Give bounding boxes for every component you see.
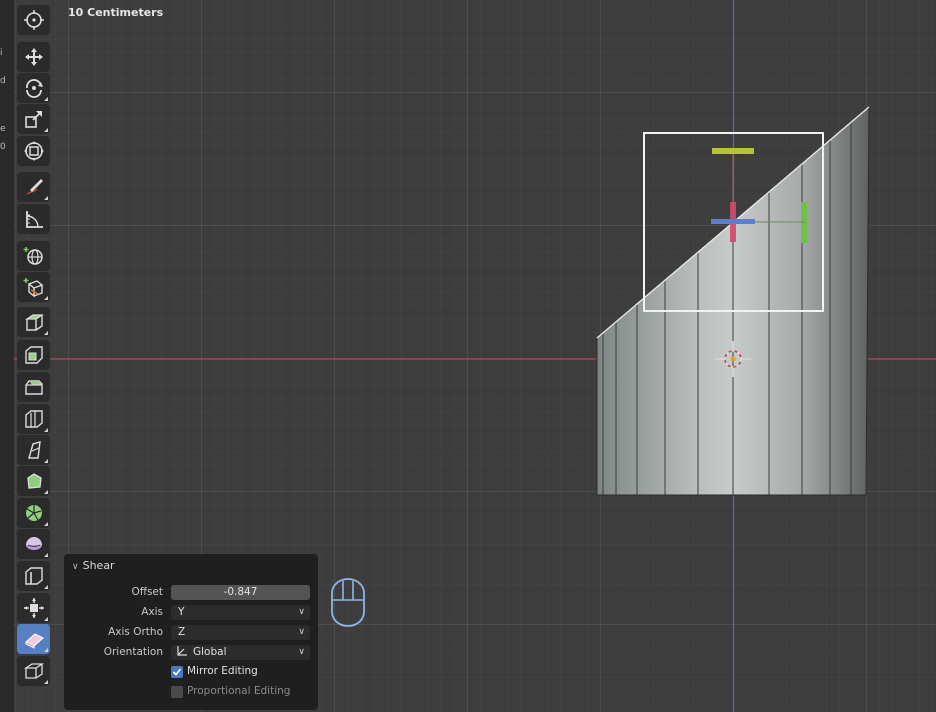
shrink-fatten-tool-button[interactable] xyxy=(17,593,50,623)
chevron-down-icon: ∨ xyxy=(298,647,305,657)
panel-title: Shear xyxy=(82,559,115,572)
poly-build-icon xyxy=(26,473,42,489)
measure-ruler-icon xyxy=(25,211,43,228)
inset-tool-button[interactable] xyxy=(17,340,50,370)
chevron-down-icon: ∨ xyxy=(298,627,305,637)
shrink-fatten-icon xyxy=(23,598,44,618)
orientation-label: Orientation xyxy=(103,646,163,658)
extrude-tool-button[interactable] xyxy=(17,307,50,337)
scale-tool-button[interactable] xyxy=(17,104,50,134)
panel-header[interactable]: ∨ Shear xyxy=(72,559,115,572)
shear-tool-button[interactable] xyxy=(17,624,50,654)
bevel-icon xyxy=(24,380,43,395)
orientation-dropdown[interactable]: Global ∨ xyxy=(171,645,310,660)
annotate-pen-icon xyxy=(26,179,43,195)
tool-shelf xyxy=(17,0,53,690)
extrude-icon xyxy=(24,314,44,331)
checkmark-icon xyxy=(172,668,182,676)
mirror-editing-checkbox[interactable] xyxy=(171,666,183,678)
axis-label: Axis xyxy=(141,606,163,618)
rotate-icon xyxy=(25,79,43,98)
add-object-tool-button[interactable] xyxy=(17,241,50,271)
rip-region-icon xyxy=(23,663,44,679)
loop-cut-icon xyxy=(24,410,43,428)
move-arrows-icon xyxy=(24,48,43,66)
smooth-tool-button[interactable] xyxy=(17,529,50,559)
orientation-value: Global xyxy=(193,646,227,658)
cursor-tool-button[interactable] xyxy=(17,5,50,35)
proportional-editing-label: Proportional Editing xyxy=(187,685,291,697)
add-cube-icon xyxy=(23,278,43,298)
offset-label: Offset xyxy=(131,586,163,598)
chevron-down-icon: ∨ xyxy=(298,607,305,617)
knife-icon xyxy=(27,441,41,459)
axis-ortho-dropdown[interactable]: Z ∨ xyxy=(171,625,310,640)
measure-tool-button[interactable] xyxy=(17,204,50,234)
offset-field[interactable]: -0.847 xyxy=(171,585,310,600)
chevron-down-icon: ∨ xyxy=(72,562,79,572)
transform-tool-button[interactable] xyxy=(17,136,50,166)
rotate-tool-button[interactable] xyxy=(17,73,50,103)
spin-icon xyxy=(25,505,42,521)
rip-region-tool-button[interactable] xyxy=(17,656,50,686)
move-tool-button[interactable] xyxy=(17,42,50,72)
operator-panel-shear: ∨ Shear Offset -0.847 Axis Y ∨ Axis Ortho… xyxy=(64,554,318,710)
spin-tool-button[interactable] xyxy=(17,498,50,528)
proportional-editing-checkbox[interactable] xyxy=(171,686,183,698)
axis-ortho-value: Z xyxy=(178,626,186,638)
loop-cut-tool-button[interactable] xyxy=(17,404,50,434)
global-axes-icon xyxy=(177,646,187,656)
3d-viewport[interactable]: i d e 0 10 Centimeters ∨ Shear Offset -0… xyxy=(0,0,936,712)
cursor-target-icon xyxy=(23,10,44,30)
axis-ortho-label: Axis Ortho xyxy=(108,626,163,638)
knife-tool-button[interactable] xyxy=(17,435,50,465)
smooth-sphere-icon xyxy=(25,537,42,550)
inset-icon xyxy=(24,346,43,364)
poly-build-tool-button[interactable] xyxy=(17,466,50,496)
edge-slide-icon xyxy=(24,567,43,585)
mirror-editing-label: Mirror Editing xyxy=(187,665,258,677)
shear-icon xyxy=(24,633,44,649)
axis-value: Y xyxy=(178,606,185,618)
mouse-hint-icon xyxy=(331,578,365,627)
add-globe-icon xyxy=(23,247,43,265)
scale-icon xyxy=(24,111,42,128)
add-cube-tool-button[interactable] xyxy=(17,272,50,302)
annotate-tool-button[interactable] xyxy=(17,172,50,202)
transform-icon xyxy=(23,141,44,161)
axis-dropdown[interactable]: Y ∨ xyxy=(171,605,310,620)
bevel-tool-button[interactable] xyxy=(17,372,50,402)
edge-slide-tool-button[interactable] xyxy=(17,561,50,591)
